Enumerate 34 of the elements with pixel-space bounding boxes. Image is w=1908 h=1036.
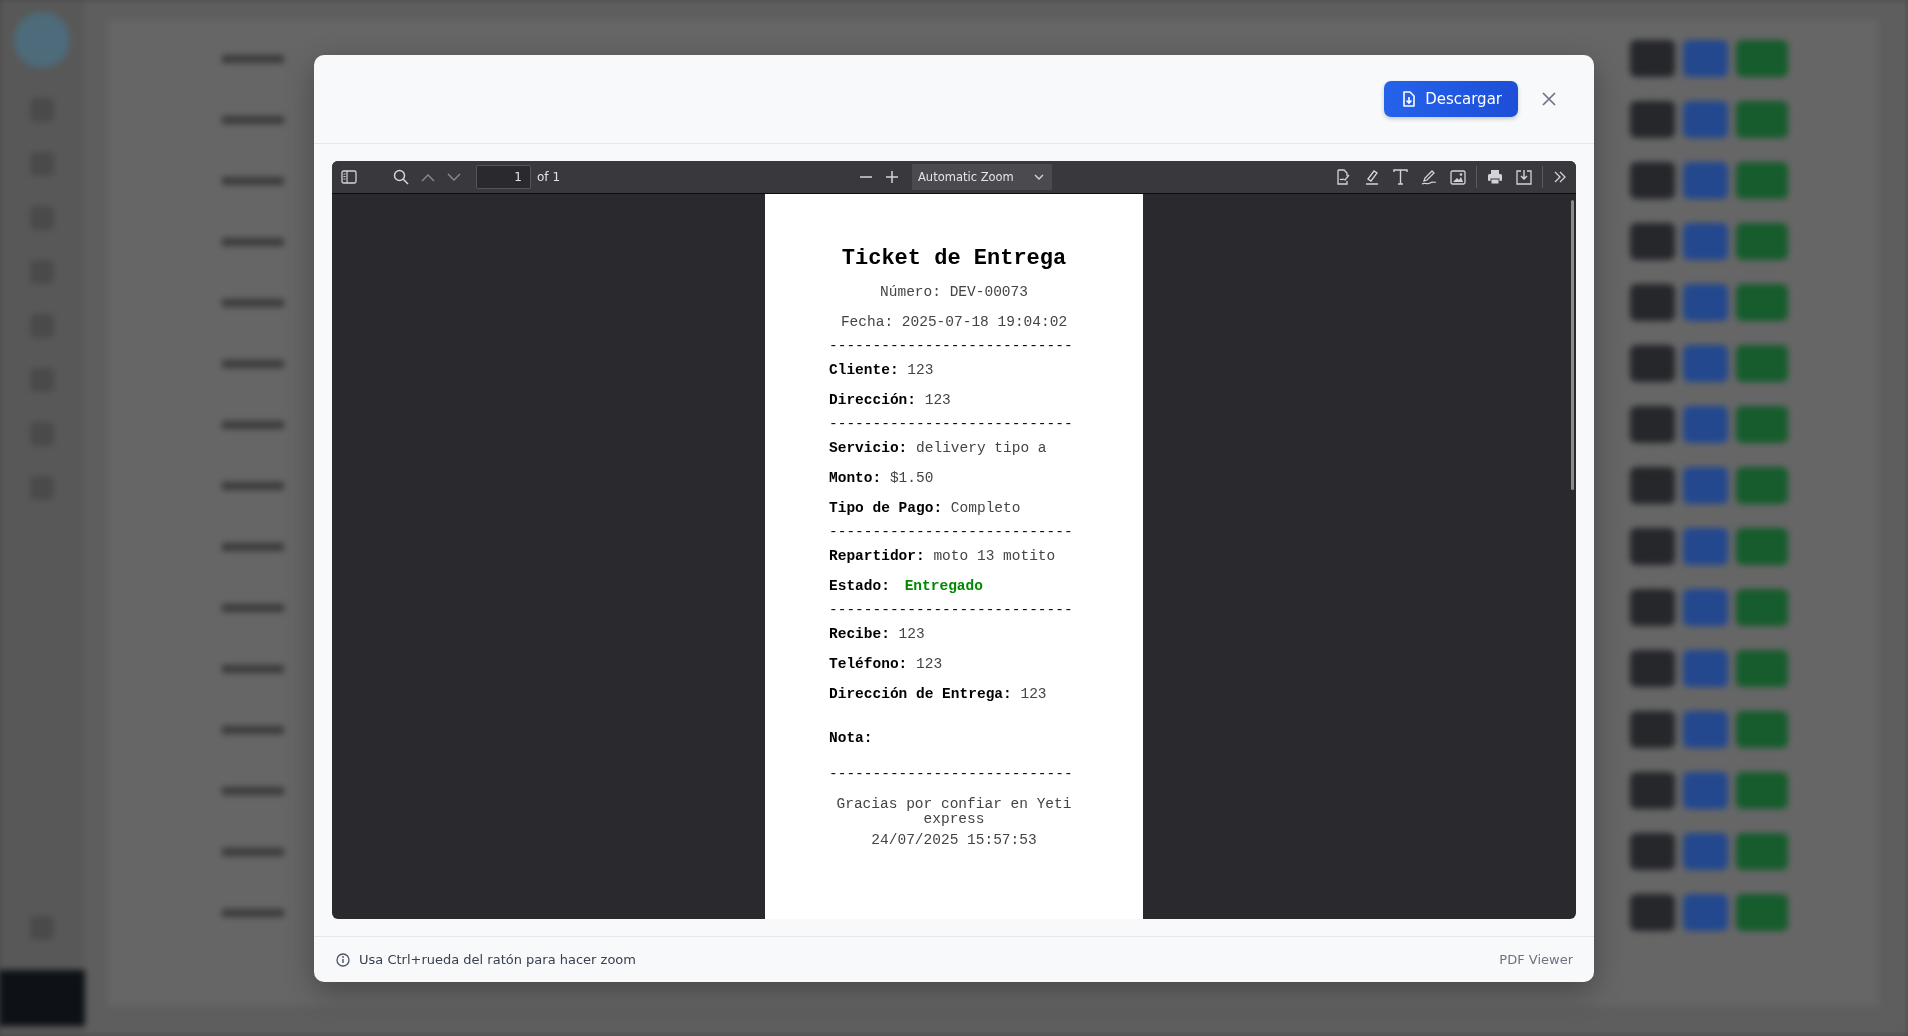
dashed-separator: ---------------------------- xyxy=(829,523,1073,541)
field-label: Estado: xyxy=(829,578,890,594)
ticket-line: 24/07/2025 15:57:53 xyxy=(870,831,1038,850)
download-button[interactable]: Descargar xyxy=(1384,81,1518,117)
ticket-field: Tipo de Pago: Completo xyxy=(829,493,1021,523)
scrollbar[interactable] xyxy=(1571,200,1574,490)
ticket-field: Cliente: 123 xyxy=(829,355,934,385)
status-value: Entregado xyxy=(904,578,983,594)
dashed-separator: ---------------------------- xyxy=(829,601,1073,619)
ticket-field: Monto: $1.50 xyxy=(829,463,934,493)
zoom-hint: Usa Ctrl+rueda del ratón para hacer zoom xyxy=(359,952,636,967)
thanks-message: Gracias por confiar en Yeti express xyxy=(835,797,1073,827)
viewer-label: PDF Viewer xyxy=(1499,952,1573,967)
ticket-line: Fecha: 2025-07-18 19:04:02 xyxy=(839,313,1069,332)
ticket-title: Ticket de Entrega xyxy=(840,246,1068,271)
sidebar-toggle-icon[interactable] xyxy=(338,167,360,187)
dashed-separator: ---------------------------- xyxy=(829,415,1073,433)
info-icon xyxy=(336,952,350,967)
ticket-field: Dirección: 123 xyxy=(829,385,951,415)
ticket-field: Recibe: 123 xyxy=(829,619,925,649)
ticket-field: Repartidor: moto 13 motito xyxy=(829,541,1056,571)
text-icon[interactable] xyxy=(1390,166,1411,188)
caret-icon xyxy=(1034,174,1044,180)
page-number-field[interactable]: 1 xyxy=(476,165,531,189)
ticket-field: Teléfono: 123 xyxy=(829,649,943,679)
dashed-separator: ---------------------------- xyxy=(829,765,1073,783)
dashed-separator: ---------------------------- xyxy=(829,337,1073,355)
ticket-field: Dirección de Entrega: 123 xyxy=(829,679,1047,709)
ticket-field: Nota: xyxy=(829,723,873,753)
page-count: of 1 xyxy=(537,170,560,184)
ticket-field: Servicio: delivery tipo a xyxy=(829,433,1047,463)
zoom-select[interactable]: Automatic Zoom xyxy=(912,164,1052,190)
file-download-icon xyxy=(1402,91,1417,107)
ticket-line: Número: DEV-00073 xyxy=(879,283,1029,302)
